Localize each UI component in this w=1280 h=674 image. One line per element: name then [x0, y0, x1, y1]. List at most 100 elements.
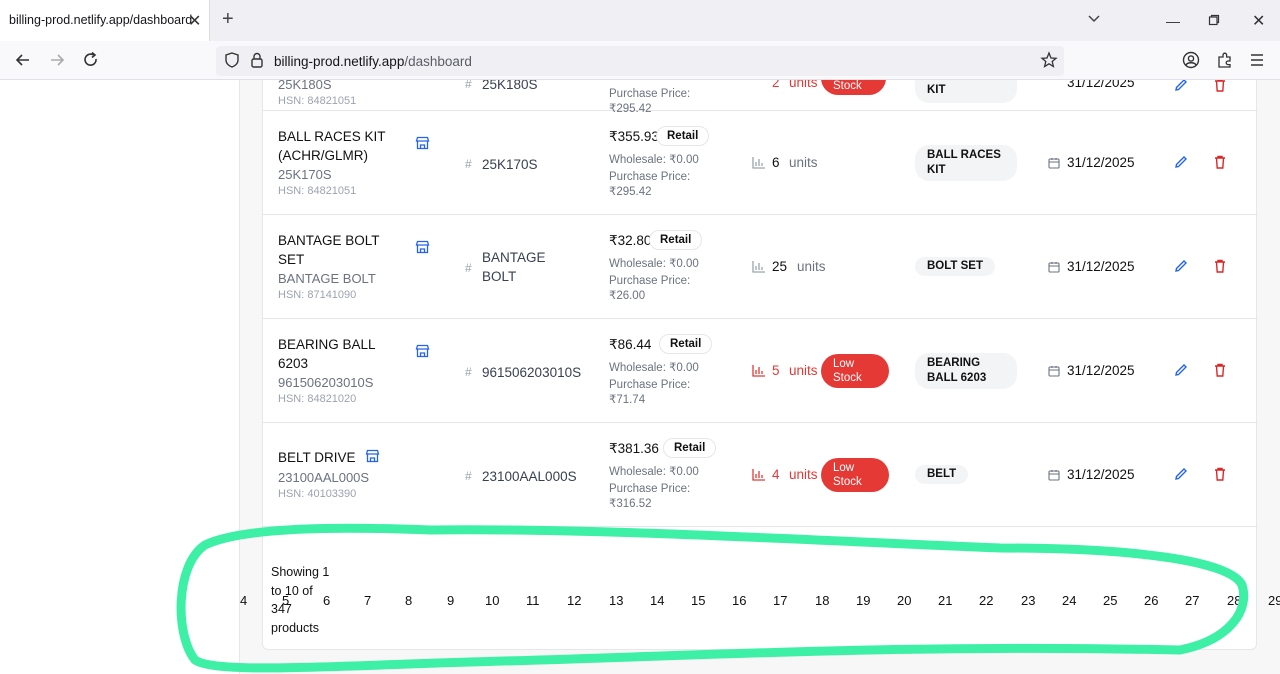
page-button[interactable]: 14 — [650, 593, 664, 608]
page-button[interactable]: 27 — [1185, 593, 1199, 608]
purchase-price: Purchase Price: ₹316.52 — [609, 482, 709, 512]
stock-units: units — [789, 80, 818, 90]
page-button[interactable]: 12 — [567, 593, 581, 608]
edit-icon[interactable] — [1173, 80, 1189, 98]
product-hsn: HSN: 84821020 — [278, 393, 357, 405]
page-button[interactable]: 19 — [856, 593, 870, 608]
stock-count: 6 — [772, 155, 780, 170]
hash-icon: # — [465, 157, 472, 171]
page-button[interactable]: 7 — [364, 593, 371, 608]
browser-tab[interactable]: billing-prod.netlify.app/dashboard ✕ — [0, 0, 210, 41]
purchase-price: Purchase Price: ₹71.74 — [609, 378, 709, 408]
showing-count: Showing 1 to 10 of 347 products — [271, 565, 330, 635]
purchase-price: Purchase Price: ₹26.00 — [609, 274, 709, 304]
new-tab-icon[interactable]: + — [222, 8, 234, 31]
tab-title: billing-prod.netlify.app/dashboard — [9, 13, 193, 27]
delete-icon[interactable] — [1213, 80, 1227, 98]
delete-icon[interactable] — [1213, 466, 1227, 487]
page-button[interactable]: 24 — [1062, 593, 1076, 608]
expiry-date: 31/12/2025 — [1067, 155, 1135, 170]
back-arrow-icon[interactable] — [13, 50, 33, 75]
page-button[interactable]: 18 — [815, 593, 829, 608]
bookmark-star-icon[interactable] — [1040, 51, 1058, 74]
category-badge: KIT — [915, 80, 1017, 103]
product-hsn: HSN: 84821051 — [278, 185, 357, 197]
page-button[interactable]: 16 — [732, 593, 746, 608]
product-sku: 25K180S — [278, 80, 332, 92]
window-restore-icon[interactable] — [1208, 13, 1220, 31]
page-button[interactable]: 21 — [938, 593, 952, 608]
delete-icon[interactable] — [1213, 258, 1227, 279]
page-button[interactable]: 17 — [773, 593, 787, 608]
page-button[interactable]: 23 — [1021, 593, 1035, 608]
table-row: BALL RACES KIT (ACHR/GLMR) 25K170S HSN: … — [263, 111, 1258, 215]
page-button[interactable]: 11 — [526, 593, 540, 608]
low-stock-badge: Low Stock — [821, 354, 889, 388]
retail-price: ₹355.93 — [609, 129, 659, 144]
stock-chart-icon — [752, 468, 766, 486]
shield-icon[interactable] — [223, 51, 241, 74]
price-type-badge: Retail — [649, 230, 703, 250]
edit-icon[interactable] — [1173, 362, 1189, 383]
edit-icon[interactable] — [1173, 154, 1189, 175]
hash-icon: # — [465, 365, 472, 379]
page-button[interactable]: 8 — [405, 593, 412, 608]
delete-icon[interactable] — [1213, 154, 1227, 175]
retail-price: ₹32.80 — [609, 233, 652, 248]
products-table-card: 25K180S HSN: 84821051 # 25K180S Purchase… — [240, 80, 1280, 651]
category-badge: BOLT SET — [915, 257, 996, 276]
store-icon — [415, 136, 430, 155]
tab-close-icon[interactable]: ✕ — [188, 11, 201, 31]
account-icon[interactable] — [1181, 50, 1201, 75]
page-button[interactable]: 15 — [691, 593, 705, 608]
delete-icon[interactable] — [1213, 362, 1227, 383]
product-sku: BANTAGE BOLT — [278, 271, 376, 286]
price-type-badge: Retail — [659, 334, 713, 354]
page-button[interactable]: 29 — [1268, 593, 1280, 608]
pagination: Showing 1 to 10 of 347 products 4 5 6 7 … — [240, 548, 1280, 651]
forward-arrow-icon[interactable] — [47, 50, 67, 75]
page-button[interactable]: 22 — [979, 593, 993, 608]
page-button[interactable]: 10 — [485, 593, 499, 608]
wholesale-price: Wholesale: ₹0.00 — [609, 154, 699, 166]
purchase-value: ₹316.52 — [609, 498, 652, 510]
window-minimize-icon[interactable]: — — [1166, 13, 1180, 29]
extensions-icon[interactable] — [1215, 50, 1235, 75]
menu-icon[interactable] — [1249, 50, 1265, 75]
page-button[interactable]: 4 — [240, 593, 247, 608]
store-icon — [415, 344, 430, 363]
browser-nav-bar: billing-prod.netlify.app/dashboard — [0, 41, 1280, 80]
window-close-icon[interactable]: ✕ — [1252, 11, 1265, 31]
list-tabs-chevron-icon[interactable] — [1087, 11, 1101, 30]
page-button[interactable]: 5 — [282, 593, 289, 608]
reload-icon[interactable] — [81, 50, 101, 75]
calendar-icon — [1048, 260, 1060, 278]
page-button[interactable]: 13 — [609, 593, 623, 608]
edit-icon[interactable] — [1173, 258, 1189, 279]
url-bar[interactable]: billing-prod.netlify.app/dashboard — [216, 46, 1064, 76]
page-button[interactable]: 28 — [1227, 593, 1241, 608]
store-icon — [415, 240, 430, 259]
edit-icon[interactable] — [1173, 466, 1189, 487]
purchase-label: Purchase Price: — [609, 483, 691, 495]
page-button[interactable]: 25 — [1103, 593, 1117, 608]
low-stock-label: Low Stock — [833, 358, 862, 384]
purchase-price: Purchase Price: ₹295.42 — [609, 170, 709, 200]
stock-chart-icon — [752, 260, 766, 278]
category-badge: BALL RACES KIT — [915, 145, 1017, 181]
low-stock-label: Low Stock — [833, 462, 862, 488]
part-number: 961506203010S — [482, 365, 582, 380]
lock-icon[interactable] — [249, 51, 265, 74]
purchase-label: Purchase Price: — [609, 171, 691, 183]
page-button[interactable]: 9 — [447, 593, 454, 608]
stock-units: units — [797, 259, 826, 274]
main-area: 25K180S HSN: 84821051 # 25K180S Purchase… — [240, 80, 1280, 674]
sidebar — [0, 80, 240, 674]
product-hsn: HSN: 87141090 — [278, 289, 357, 301]
calendar-icon — [1048, 468, 1060, 486]
page-button[interactable]: 26 — [1144, 593, 1158, 608]
page-button[interactable]: 6 — [323, 593, 330, 608]
page-button[interactable]: 20 — [897, 593, 911, 608]
part-number: 25K180S — [482, 80, 538, 92]
product-sku: 961506203010S — [278, 375, 374, 390]
